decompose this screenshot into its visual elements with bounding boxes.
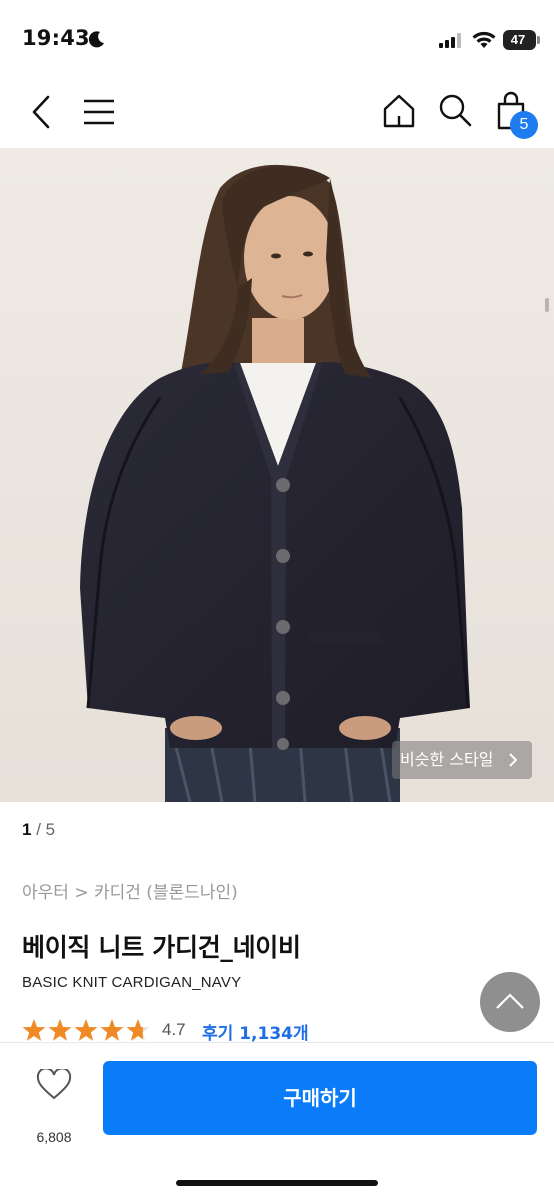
model-wearing-cardigan-image [0,148,554,802]
nav-bar [0,80,554,148]
bottom-action-bar: 6,808 구매하기 [0,1042,554,1200]
status-time: 19:43 [22,26,90,50]
like-button[interactable]: 6,808 [22,1065,84,1145]
hamburger-icon[interactable] [82,96,116,128]
product-image[interactable] [0,148,554,802]
moon-icon [88,31,104,48]
product-title: 베이직 니트 가디건_네이비 [22,933,301,962]
star-icon [100,1019,124,1041]
review-count-link[interactable]: 후기 1,134개 [202,1019,309,1044]
image-counter-total: / 5 [36,820,56,839]
home-icon[interactable] [380,92,418,130]
back-icon[interactable] [26,94,58,130]
home-indicator [176,1180,378,1186]
image-counter: 1 / 5 [22,820,55,840]
scroll-to-top-button[interactable] [480,972,540,1032]
buy-button[interactable]: 구매하기 [103,1061,537,1135]
chevron-up-icon [496,993,524,1009]
like-count: 6,808 [36,1129,72,1145]
similar-style-label: 비슷한 스타일 [400,750,494,769]
image-counter-current: 1 [22,820,32,839]
signal-icon [439,33,461,48]
scroll-indicator [545,298,549,312]
star-icon [48,1019,72,1041]
product-subtitle: BASIC KNIT CARDIGAN_NAVY [22,974,242,991]
star-icon [22,1019,46,1041]
rating-stars [22,1019,150,1041]
similar-style-button[interactable]: 비슷한 스타일 [392,741,532,779]
heart-icon [36,1069,72,1100]
wifi-icon [472,31,496,48]
battery-indicator: 47 [503,30,540,50]
chevron-right-icon [509,753,518,767]
breadcrumb[interactable]: 아우터 > 카디건 (블론드나인) [22,878,238,903]
search-icon[interactable] [436,92,474,130]
status-bar: 19:43 47 [0,0,554,80]
cart-count-badge[interactable]: 5 [510,111,538,139]
star-icon [74,1019,98,1041]
rating-value: 4.7 [162,1020,186,1039]
battery-level: 47 [510,32,526,47]
